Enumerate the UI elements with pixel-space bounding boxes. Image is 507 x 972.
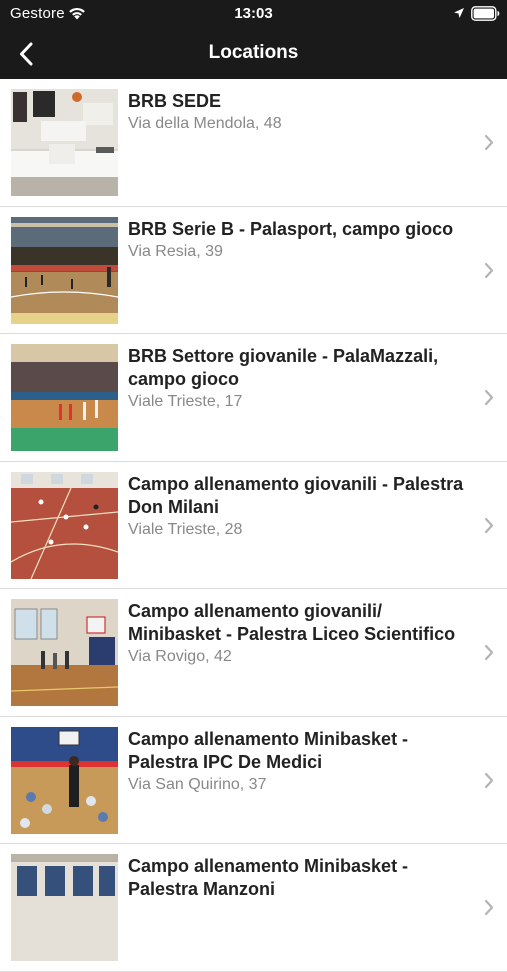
- location-address: Viale Trieste, 17: [128, 393, 243, 410]
- chevron-right-icon: [484, 262, 494, 278]
- page-title: Locations: [208, 42, 299, 63]
- status-bar: Gestore 13:03: [0, 0, 507, 28]
- chevron-right-icon: [484, 517, 494, 533]
- app-header: Gestore 13:03 Locations: [0, 0, 507, 79]
- location-row[interactable]: BRB Settore giovanile - PalaMazzali, cam…: [0, 334, 507, 462]
- location-title: BRB Settore giovanile - PalaMazzali, cam…: [128, 346, 439, 389]
- location-title: Campo allenamento Minibasket - Palestra …: [128, 728, 409, 772]
- location-address: Via Rovigo, 42: [128, 648, 232, 665]
- location-address: Via San Quirino, 37: [128, 775, 267, 793]
- chevron-right-icon: [484, 772, 494, 788]
- location-address: Via della Mendola, 48: [128, 115, 282, 132]
- location-address: Viale Trieste, 28: [128, 520, 243, 538]
- location-photo: [11, 89, 118, 196]
- battery-icon: [471, 6, 500, 21]
- location-photo: [11, 599, 118, 706]
- location-title: Campo allenamento giovanili - Palestra D…: [128, 473, 464, 517]
- location-title: BRB SEDE: [128, 91, 222, 111]
- location-title: BRB Serie B - Palasport, campo gioco: [128, 218, 454, 239]
- chevron-right-icon: [484, 134, 494, 151]
- navigation-bar: Locations: [0, 28, 507, 79]
- chevron-right-icon: [484, 644, 494, 661]
- location-photo: [11, 471, 118, 579]
- locations-list: BRB SEDE Via della Mendola, 48 BRB Serie…: [0, 79, 507, 972]
- location-row[interactable]: Campo allenamento giovanili/ Minibasket …: [0, 589, 507, 717]
- location-row[interactable]: Campo allenamento giovanili - Palestra D…: [0, 461, 507, 589]
- location-title: Campo allenamento giovanili/ Minibasket …: [128, 601, 456, 644]
- location-row[interactable]: Campo allenamento Minibasket - Palestra …: [0, 844, 507, 972]
- location-row[interactable]: BRB SEDE Via della Mendola, 48: [0, 79, 507, 207]
- location-row[interactable]: BRB Serie B - Palasport, campo gioco Via…: [0, 206, 507, 334]
- location-address: Via Resia, 39: [128, 242, 223, 260]
- status-time: 13:03: [234, 5, 273, 22]
- location-photo: [11, 726, 118, 834]
- chevron-right-icon: [484, 899, 494, 916]
- location-title: Campo allenamento Minibasket - Palestra …: [128, 856, 409, 899]
- location-photo: [11, 344, 118, 451]
- location-arrow-icon: [454, 8, 464, 18]
- location-photo: [11, 854, 118, 961]
- location-photo: [11, 216, 118, 324]
- location-row[interactable]: Campo allenamento Minibasket - Palestra …: [0, 716, 507, 844]
- chevron-right-icon: [484, 389, 494, 406]
